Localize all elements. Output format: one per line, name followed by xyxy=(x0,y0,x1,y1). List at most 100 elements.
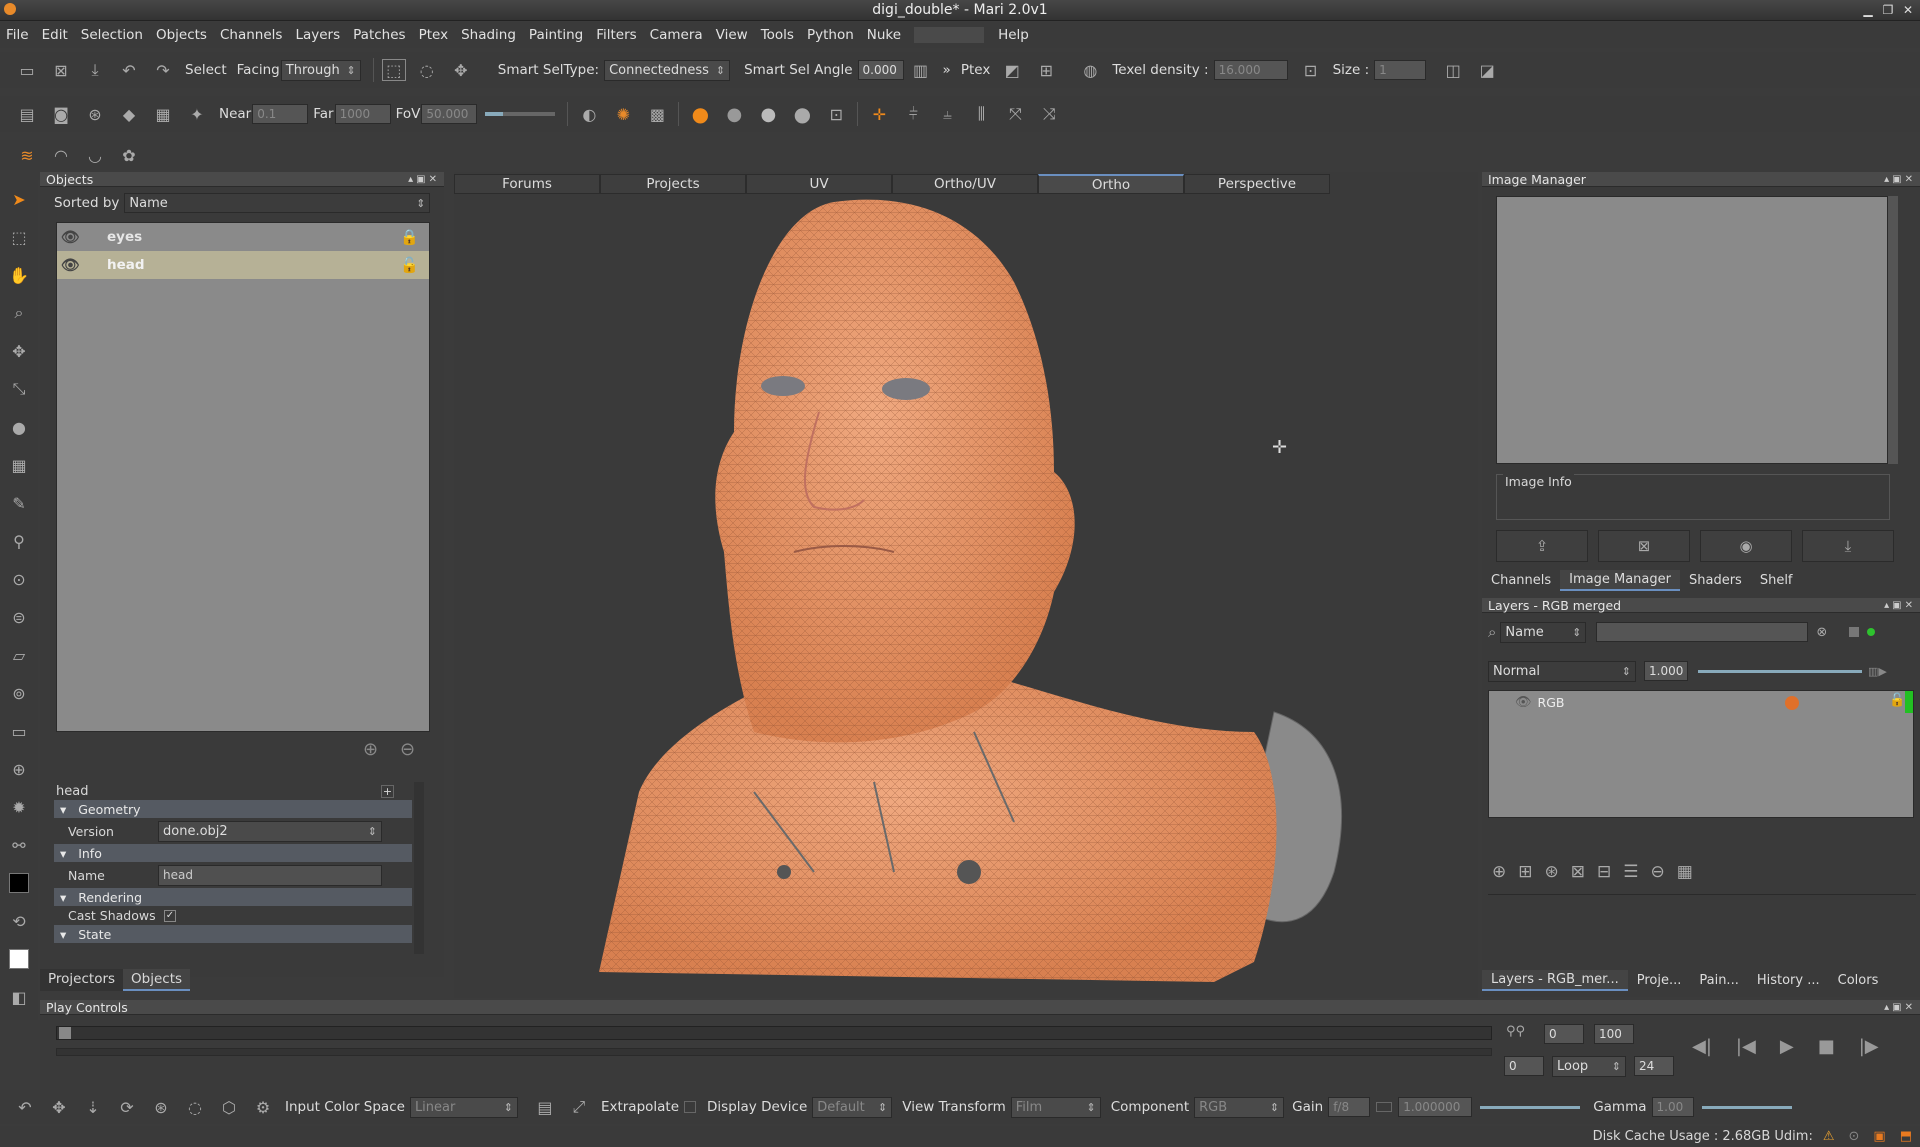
sort-select[interactable]: Name xyxy=(124,193,431,213)
cube-icon[interactable]: ◆ xyxy=(116,101,142,127)
notification-icon[interactable]: ⬒ xyxy=(1900,1129,1912,1144)
picker-tool-icon[interactable]: ⚯ xyxy=(12,826,25,864)
smart-sel-angle-input[interactable]: 0.000 xyxy=(857,60,904,80)
eye-visibility-icon[interactable]: 👁 xyxy=(61,228,91,246)
gear-icon[interactable]: ⚙ xyxy=(250,1094,276,1120)
range-start-input[interactable]: 0 xyxy=(1544,1024,1584,1044)
layer-back-icon[interactable]: ◫ xyxy=(1440,57,1466,83)
remove-layer-icon[interactable]: ⊖ xyxy=(1651,862,1665,882)
close-file-icon[interactable]: ⊠ xyxy=(48,57,74,83)
gamma-input[interactable]: 1.00 xyxy=(1651,1097,1694,1117)
eye-visibility-icon[interactable]: 👁 xyxy=(61,256,91,274)
gain-fstop-input[interactable]: f/8 xyxy=(1328,1097,1371,1117)
menu-help[interactable]: Help xyxy=(998,27,1029,43)
blend-mode-select[interactable]: Normal xyxy=(1488,660,1636,682)
clone-tool-icon[interactable]: ⊜ xyxy=(12,598,25,636)
film-icon[interactable]: ▦ xyxy=(150,101,176,127)
ptex-grid-icon[interactable]: ⊞ xyxy=(1033,57,1059,83)
input-color-space-select[interactable]: Linear xyxy=(409,1096,518,1118)
gamma-slider[interactable] xyxy=(1701,1105,1792,1109)
smart-seltype-select[interactable]: Connectedness xyxy=(604,59,731,81)
lit-sphere-icon[interactable]: ● xyxy=(755,101,781,127)
save-icon[interactable]: ⤓ xyxy=(82,57,108,83)
rendering-section[interactable]: ▾ Rendering xyxy=(54,888,412,906)
extrapolate-icon[interactable]: ⤢ xyxy=(566,1094,592,1120)
view-image-icon[interactable]: ◉ xyxy=(1700,530,1792,562)
extrapolate-checkbox[interactable] xyxy=(684,1101,697,1113)
opacity-input[interactable]: 1.000 xyxy=(1644,661,1688,681)
flat-sphere-icon[interactable]: ● xyxy=(721,101,747,127)
lock-icon[interactable]: 🔒 xyxy=(400,228,419,246)
prev-frame-icon[interactable]: |◀ xyxy=(1736,1036,1756,1057)
lut-icon[interactable]: ▤ xyxy=(532,1094,558,1120)
tab-colors[interactable]: Colors xyxy=(1829,971,1888,990)
menu-filters[interactable]: Filters xyxy=(596,27,636,43)
panel-controls-icon[interactable]: ▴▣✕ xyxy=(1884,600,1916,611)
range-end-input[interactable]: 100 xyxy=(1594,1024,1634,1044)
current-frame-input[interactable]: 0 xyxy=(1504,1056,1544,1076)
lasso-icon[interactable]: ◌ xyxy=(414,57,440,83)
pan-tool-icon[interactable]: ✋ xyxy=(9,256,29,294)
menu-shading[interactable]: Shading xyxy=(461,27,516,43)
menu-view[interactable]: View xyxy=(716,27,748,43)
panel-controls-icon[interactable]: ▴▣✕ xyxy=(408,174,440,185)
gradient-tool-icon[interactable]: ▭ xyxy=(11,712,26,750)
blur-tool-icon[interactable]: ● xyxy=(12,408,26,446)
new-layer-icon[interactable]: ⊞ xyxy=(1518,862,1532,882)
bg-color-swatch[interactable] xyxy=(9,940,29,978)
layers-filter-select[interactable]: Name xyxy=(1500,621,1587,643)
name-input[interactable]: head xyxy=(158,864,382,886)
tab-shaders[interactable]: Shaders xyxy=(1680,571,1751,590)
delete-image-icon[interactable]: ⊠ xyxy=(1598,530,1690,562)
eraser-tool-icon[interactable]: ▱ xyxy=(13,636,25,674)
transform-icon[interactable]: ⤧ xyxy=(1002,101,1028,127)
viewport[interactable]: Forums Projects UV Ortho/UV Ortho Perspe… xyxy=(454,172,1478,998)
point-icon[interactable]: ✛ xyxy=(866,101,892,127)
light-icon[interactable]: ✦ xyxy=(184,101,210,127)
orbit-tool-icon[interactable]: ⊛ xyxy=(148,1094,174,1120)
export-image-icon[interactable]: ⤓ xyxy=(1802,530,1894,562)
close-icon[interactable]: ✕ xyxy=(1900,2,1916,18)
eye-visibility-icon[interactable]: 👁 xyxy=(1515,695,1532,710)
align-grid-icon[interactable]: ⫼ xyxy=(968,101,994,127)
display-device-select[interactable]: Default xyxy=(812,1096,893,1118)
move-tool-icon[interactable]: ✥ xyxy=(12,332,25,370)
fov-slider[interactable] xyxy=(485,112,556,116)
grid-tool-icon[interactable]: ▦ xyxy=(11,446,26,484)
full-sphere-icon[interactable]: ● xyxy=(789,101,815,127)
new-file-icon[interactable]: ▭ xyxy=(14,57,40,83)
info-icon[interactable]: ⊙ xyxy=(1849,1129,1860,1144)
select-tool-icon[interactable]: ⬚ xyxy=(11,218,26,256)
scene-icon[interactable]: ▤ xyxy=(14,101,40,127)
smart-select-icon[interactable]: ✥ xyxy=(448,57,474,83)
camera-icon[interactable]: ◙ xyxy=(48,101,74,127)
slider-icon[interactable]: ▥ xyxy=(908,57,934,83)
far-input[interactable]: 1000 xyxy=(334,104,391,124)
panel-controls-icon[interactable]: ▴▣✕ xyxy=(1884,1002,1916,1013)
hex-icon[interactable]: ⬡ xyxy=(216,1094,242,1120)
view-transform-select[interactable]: Film xyxy=(1010,1096,1101,1118)
tab-layers[interactable]: Layers - RGB_mer... xyxy=(1482,970,1628,991)
pin-tool-icon[interactable]: ⚲ xyxy=(13,522,25,560)
menu-edit[interactable]: Edit xyxy=(42,27,68,43)
menu-objects[interactable]: Objects xyxy=(156,27,207,43)
stop-icon[interactable]: ■ xyxy=(1818,1036,1835,1057)
facing-select[interactable]: Through xyxy=(280,59,361,81)
state-section[interactable]: ▾ State xyxy=(54,925,412,943)
fov-input[interactable]: 50.000 xyxy=(421,104,478,124)
more-icon[interactable]: » xyxy=(943,62,951,78)
fps-input[interactable]: 24 xyxy=(1634,1056,1674,1076)
menu-nuke[interactable]: Nuke xyxy=(867,27,901,43)
info-section[interactable]: ▾ Info xyxy=(54,844,412,862)
clear-filter-icon[interactable]: ⊗ xyxy=(1816,625,1827,640)
slider-icon[interactable]: ▥▶ xyxy=(1868,665,1887,678)
grid-view-icon[interactable]: ▦ xyxy=(1677,862,1693,882)
align-h-icon[interactable]: ⫩ xyxy=(900,101,926,127)
timeline-range[interactable] xyxy=(56,1048,1492,1056)
layer-row-rgb[interactable]: 👁 RGB 🔓 xyxy=(1489,691,1913,713)
image-manager-grid[interactable] xyxy=(1496,196,1888,464)
down-tool-icon[interactable]: ⇣ xyxy=(80,1094,106,1120)
tab-projectors[interactable]: Projectors xyxy=(40,969,124,991)
menu-channels[interactable]: Channels xyxy=(220,27,282,43)
log-icon[interactable]: ▣ xyxy=(1873,1129,1885,1144)
